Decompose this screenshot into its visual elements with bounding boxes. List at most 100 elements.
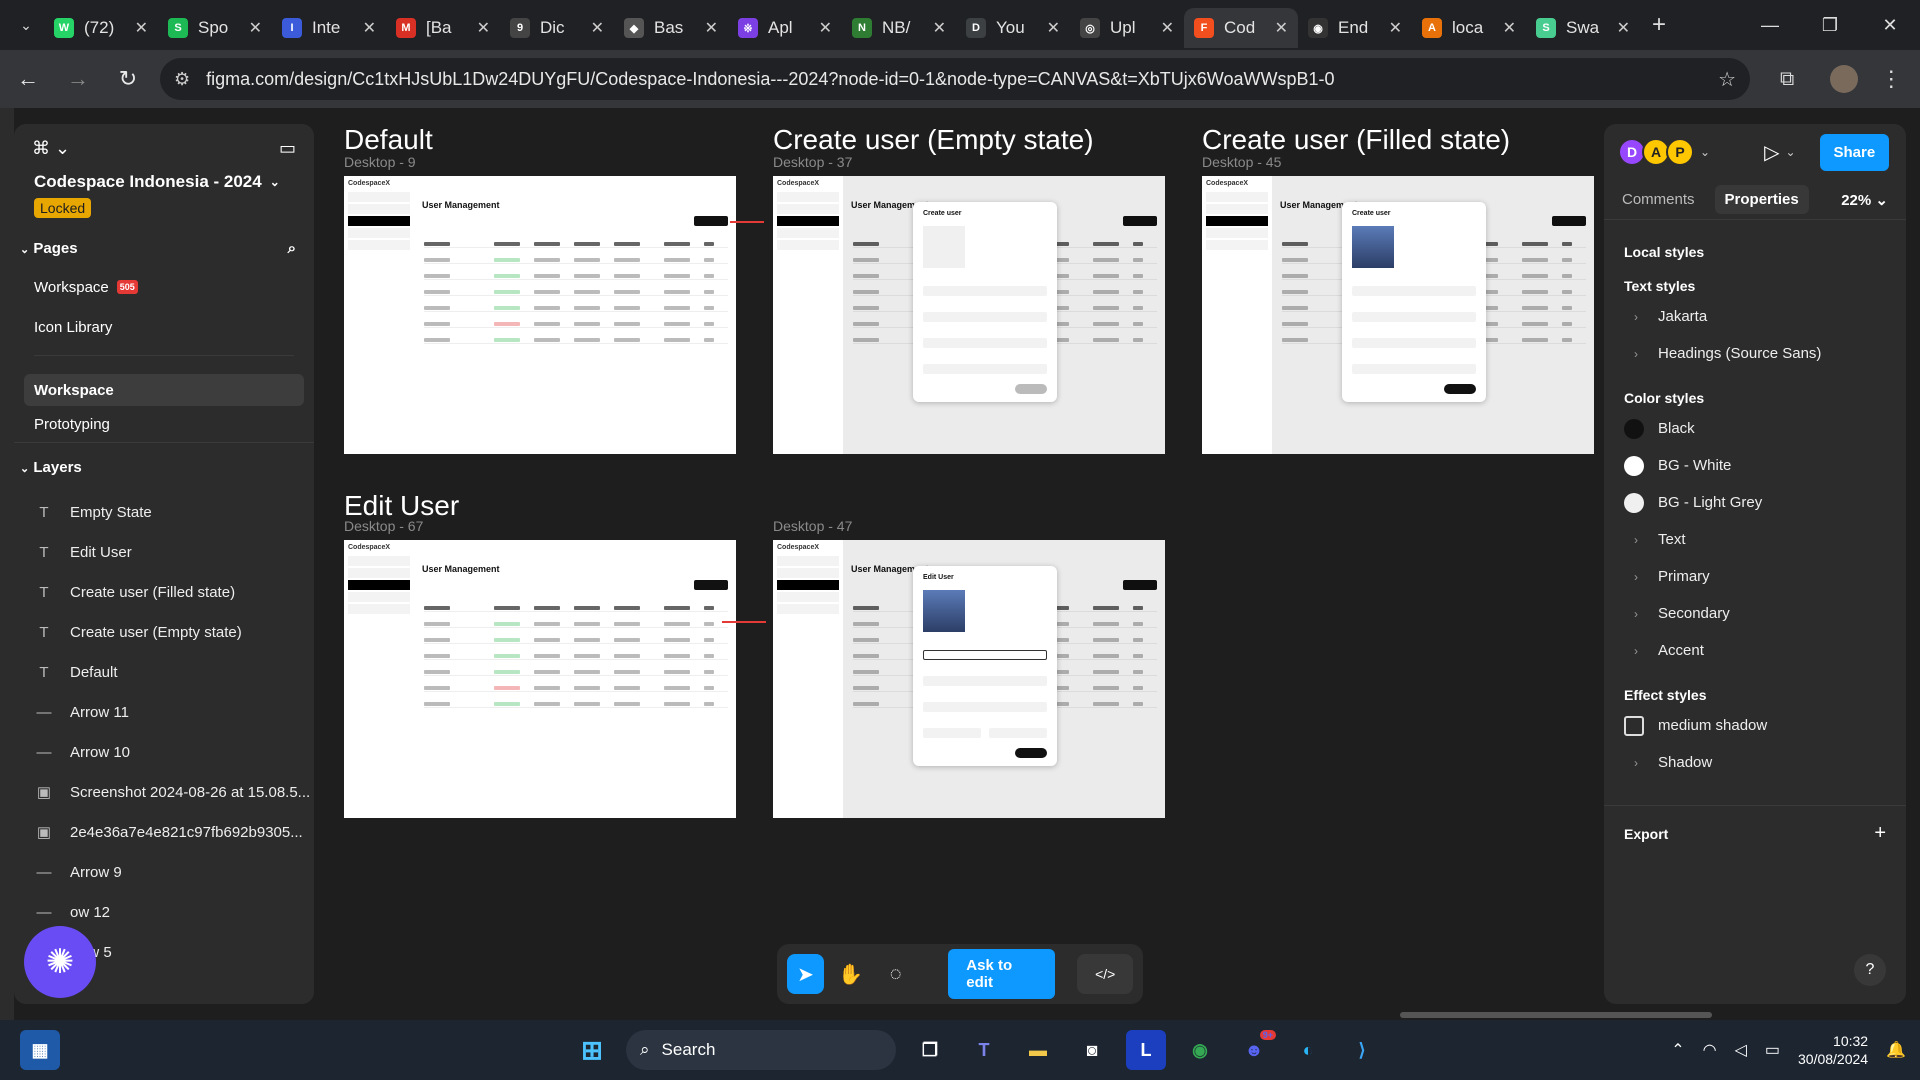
- text-style-item[interactable]: › Jakarta: [1604, 298, 1906, 335]
- new-tab-icon[interactable]: +: [1652, 11, 1666, 39]
- browser-tab[interactable]: D You ✕: [956, 8, 1070, 48]
- file-explorer-icon[interactable]: ▬: [1018, 1030, 1058, 1070]
- frame-create-user-empty[interactable]: CodespaceX User Management Create user: [773, 176, 1165, 454]
- browser-tab[interactable]: ◎ Upl ✕: [1070, 8, 1184, 48]
- tab-close-icon[interactable]: ✕: [1389, 18, 1402, 38]
- app-l-icon[interactable]: L: [1126, 1030, 1166, 1070]
- tab-close-icon[interactable]: ✕: [1617, 18, 1630, 38]
- restore-icon[interactable]: ❐: [1800, 0, 1860, 50]
- horizontal-scrollbar[interactable]: [1400, 1012, 1712, 1018]
- layer-item[interactable]: T Default: [14, 652, 314, 692]
- tab-properties[interactable]: Properties: [1714, 185, 1809, 214]
- project-name[interactable]: Codespace Indonesia - 2024 ⌄: [34, 172, 294, 192]
- tab-close-icon[interactable]: ✕: [1161, 18, 1174, 38]
- battery-icon[interactable]: ▭: [1765, 1040, 1780, 1060]
- section-workspace[interactable]: Workspace: [24, 374, 304, 406]
- forward-icon[interactable]: →: [56, 57, 100, 101]
- minimize-icon[interactable]: —: [1740, 0, 1800, 50]
- taskbar-search[interactable]: ⌕ Search: [626, 1030, 896, 1070]
- frame-default[interactable]: CodespaceX User Management: [344, 176, 736, 454]
- browser-tab[interactable]: ◆ Bas ✕: [614, 8, 728, 48]
- tab-close-icon[interactable]: ✕: [249, 18, 262, 38]
- figma-menu-icon[interactable]: ⌘ ⌄: [32, 138, 70, 159]
- wifi-icon[interactable]: ◠: [1703, 1040, 1717, 1060]
- browser-tab[interactable]: W (72) ✕: [44, 8, 158, 48]
- tab-close-icon[interactable]: ✕: [477, 18, 490, 38]
- zoom-level[interactable]: 22% ⌄: [1841, 191, 1888, 209]
- color-style-item[interactable]: BG - Light Grey: [1604, 484, 1906, 521]
- browser-tab[interactable]: Aloca ✕: [1412, 8, 1526, 48]
- present-play-icon[interactable]: ▷: [1764, 140, 1779, 165]
- browser-tab[interactable]: ※ Apl ✕: [728, 8, 842, 48]
- plugin-launcher-icon[interactable]: ✺: [24, 926, 96, 998]
- chevron-down-icon[interactable]: ⌄: [1785, 145, 1795, 159]
- tab-close-icon[interactable]: ✕: [1047, 18, 1060, 38]
- layer-item[interactable]: — Arrow 9: [14, 852, 314, 892]
- browser-tab[interactable]: 9 Dic ✕: [500, 8, 614, 48]
- tab-close-icon[interactable]: ✕: [819, 18, 832, 38]
- teams-icon[interactable]: T: [964, 1030, 1004, 1070]
- browser-tab[interactable]: S Swa ✕: [1526, 8, 1640, 48]
- tab-close-icon[interactable]: ✕: [135, 18, 148, 38]
- dev-mode-icon[interactable]: </>: [1077, 954, 1134, 994]
- widgets-icon[interactable]: ▦: [20, 1030, 60, 1070]
- chevron-up-icon[interactable]: ⌃: [1671, 1040, 1684, 1060]
- volume-icon[interactable]: ◁: [1735, 1040, 1747, 1060]
- tab-close-icon[interactable]: ✕: [705, 18, 718, 38]
- chevron-down-icon[interactable]: ⌄: [1700, 145, 1710, 159]
- browser-tab[interactable]: N NB/ ✕: [842, 8, 956, 48]
- color-style-item[interactable]: › Primary: [1604, 558, 1906, 595]
- chrome-icon[interactable]: ◉: [1180, 1030, 1220, 1070]
- help-icon[interactable]: ?: [1854, 954, 1886, 986]
- color-style-item[interactable]: Black: [1604, 410, 1906, 447]
- profile-avatar[interactable]: [1830, 65, 1859, 93]
- export-section[interactable]: Export +: [1604, 805, 1906, 861]
- search-icon[interactable]: ⌕: [288, 240, 296, 257]
- color-style-item[interactable]: › Accent: [1604, 632, 1906, 669]
- layer-item[interactable]: — Arrow 10: [14, 732, 314, 772]
- comment-tool-icon[interactable]: ◌: [877, 954, 914, 994]
- layer-item[interactable]: T Empty State: [14, 492, 314, 532]
- tab-search-chevron-icon[interactable]: ⌄: [8, 7, 44, 43]
- page-item[interactable]: Icon Library: [14, 307, 314, 347]
- tab-close-icon[interactable]: ✕: [1503, 18, 1516, 38]
- effect-style-item[interactable]: medium shadow: [1604, 707, 1906, 744]
- effect-style-item[interactable]: › Shadow: [1604, 744, 1906, 781]
- edge-icon[interactable]: ◐: [1288, 1030, 1328, 1070]
- bookmark-star-icon[interactable]: ☆: [1718, 67, 1736, 92]
- layer-item[interactable]: T Create user (Filled state): [14, 572, 314, 612]
- pages-header[interactable]: ⌄ Pages ⌕: [14, 240, 314, 257]
- collaborator-avatars[interactable]: DAP: [1618, 138, 1694, 166]
- close-window-icon[interactable]: ✕: [1860, 0, 1920, 50]
- layer-item[interactable]: T Edit User: [14, 532, 314, 572]
- layer-item[interactable]: ▣ 2e4e36a7e4e821c97fb692b9305...: [14, 812, 314, 852]
- hand-tool-icon[interactable]: ✋: [832, 954, 869, 994]
- layer-item[interactable]: — Arrow 11: [14, 692, 314, 732]
- camera-icon[interactable]: ◙: [1072, 1030, 1112, 1070]
- frame-create-user-filled[interactable]: CodespaceX User Management Create user: [1202, 176, 1594, 454]
- move-tool-icon[interactable]: ➤: [787, 954, 825, 994]
- color-style-item[interactable]: › Text: [1604, 521, 1906, 558]
- share-button[interactable]: Share: [1819, 133, 1890, 171]
- text-style-item[interactable]: › Headings (Source Sans): [1604, 335, 1906, 372]
- vscode-icon[interactable]: ⟩: [1342, 1030, 1382, 1070]
- extensions-icon[interactable]: ⧉: [1780, 68, 1794, 91]
- tab-close-icon[interactable]: ✕: [591, 18, 604, 38]
- ask-to-edit-button[interactable]: Ask to edit: [948, 949, 1056, 999]
- color-style-item[interactable]: BG - White: [1604, 447, 1906, 484]
- layer-item[interactable]: T Create user (Empty state): [14, 612, 314, 652]
- color-style-item[interactable]: › Secondary: [1604, 595, 1906, 632]
- browser-tab[interactable]: ◉ End ✕: [1298, 8, 1412, 48]
- browser-tab[interactable]: I Inte ✕: [272, 8, 386, 48]
- frame-edit-user-modal[interactable]: CodespaceX User Management Edit User: [773, 540, 1165, 818]
- tab-close-icon[interactable]: ✕: [363, 18, 376, 38]
- start-windows-icon[interactable]: ⊞: [572, 1030, 612, 1070]
- add-export-icon[interactable]: +: [1874, 822, 1886, 845]
- browser-tab[interactable]: S Spo ✕: [158, 8, 272, 48]
- clock[interactable]: 10:32 30/08/2024: [1798, 1032, 1868, 1068]
- browser-menu-icon[interactable]: ⋮: [1880, 66, 1902, 92]
- tab-close-icon[interactable]: ✕: [1275, 18, 1288, 38]
- toggle-panel-icon[interactable]: ▭: [279, 138, 296, 159]
- section-prototyping[interactable]: Prototyping: [14, 406, 314, 442]
- layer-item[interactable]: ▣ Screenshot 2024-08-26 at 15.08.5...: [14, 772, 314, 812]
